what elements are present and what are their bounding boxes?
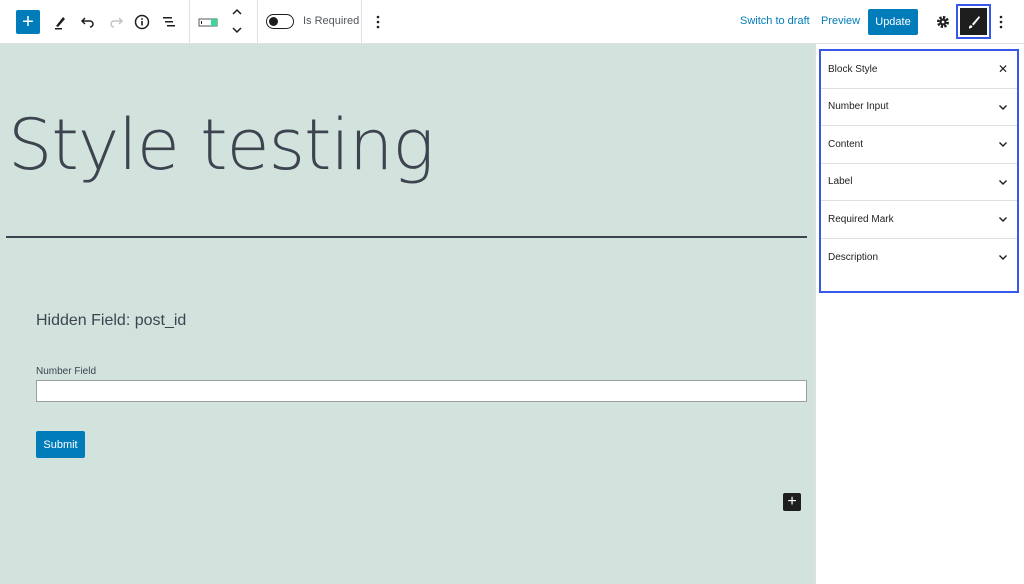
section-required-mark[interactable]: Required Mark — [821, 201, 1017, 239]
toolbar-divider — [257, 0, 258, 44]
section-label: Description — [828, 251, 879, 263]
close-icon[interactable]: ✕ — [997, 62, 1009, 76]
settings-button[interactable] — [932, 10, 954, 34]
redo-button[interactable] — [104, 10, 128, 34]
block-style-panel: Block Style ✕ Number Input Content Label… — [819, 49, 1019, 293]
move-down-button[interactable] — [229, 22, 245, 38]
tools-button[interactable] — [48, 10, 72, 34]
chevron-down-icon — [232, 27, 242, 34]
info-icon — [134, 14, 150, 30]
toolbar-divider — [189, 0, 190, 44]
section-label: Content — [828, 138, 864, 150]
panel-header: Block Style ✕ — [821, 51, 1017, 89]
options-button[interactable] — [992, 10, 1010, 34]
number-field-label: Number Field — [36, 366, 97, 377]
section-label[interactable]: Label — [821, 164, 1017, 201]
update-button[interactable]: Update — [868, 9, 918, 35]
section-content[interactable]: Content — [821, 126, 1017, 164]
more-vertical-icon — [999, 15, 1003, 29]
submit-button[interactable]: Submit — [36, 431, 85, 458]
list-view-icon — [163, 17, 175, 27]
more-vertical-icon — [376, 15, 380, 29]
is-required-toggle[interactable] — [266, 14, 294, 29]
redo-icon — [110, 17, 124, 28]
block-type-button[interactable] — [196, 10, 220, 34]
number-field-input[interactable] — [36, 380, 807, 402]
chevron-down-icon — [999, 142, 1007, 148]
switch-to-draft-button[interactable]: Switch to draft — [740, 15, 810, 27]
separator — [6, 236, 807, 238]
chevron-down-icon — [999, 104, 1007, 110]
move-up-button[interactable] — [229, 4, 245, 20]
undo-button[interactable] — [76, 10, 100, 34]
post-title[interactable]: Style testing — [8, 104, 434, 186]
panel-title: Block Style — [828, 63, 878, 75]
preview-button[interactable]: Preview — [821, 15, 860, 27]
chevron-up-icon — [232, 8, 242, 15]
pencil-icon — [55, 17, 65, 30]
editor-canvas[interactable]: Style testing Hidden Field: post_id Numb… — [0, 44, 815, 584]
editor-header: + Is Required Switch to draft Preview Up… — [0, 0, 1024, 44]
chevron-down-icon — [999, 217, 1007, 223]
chevron-down-icon — [999, 179, 1007, 185]
is-required-label: Is Required — [303, 15, 360, 27]
details-button[interactable] — [130, 10, 154, 34]
styles-button[interactable] — [956, 4, 991, 39]
toolbar-divider — [361, 0, 362, 44]
list-view-button[interactable] — [157, 10, 181, 34]
section-label: Number Input — [828, 101, 889, 113]
block-options-button[interactable] — [368, 10, 388, 34]
block-inserter-button[interactable]: + — [16, 10, 40, 34]
number-input-icon — [198, 18, 218, 27]
gear-icon — [937, 16, 949, 28]
section-label: Required Mark — [828, 213, 894, 225]
chevron-down-icon — [999, 255, 1007, 261]
brush-icon — [968, 15, 980, 28]
plus-icon: + — [22, 11, 34, 33]
hidden-field-block[interactable]: Hidden Field: post_id — [36, 312, 186, 330]
plus-icon: + — [787, 493, 797, 510]
section-label: Label — [828, 176, 853, 188]
section-number-input[interactable]: Number Input — [821, 89, 1017, 126]
undo-icon — [80, 17, 94, 28]
add-block-button[interactable]: + — [783, 493, 801, 511]
section-description[interactable]: Description — [821, 239, 1017, 277]
